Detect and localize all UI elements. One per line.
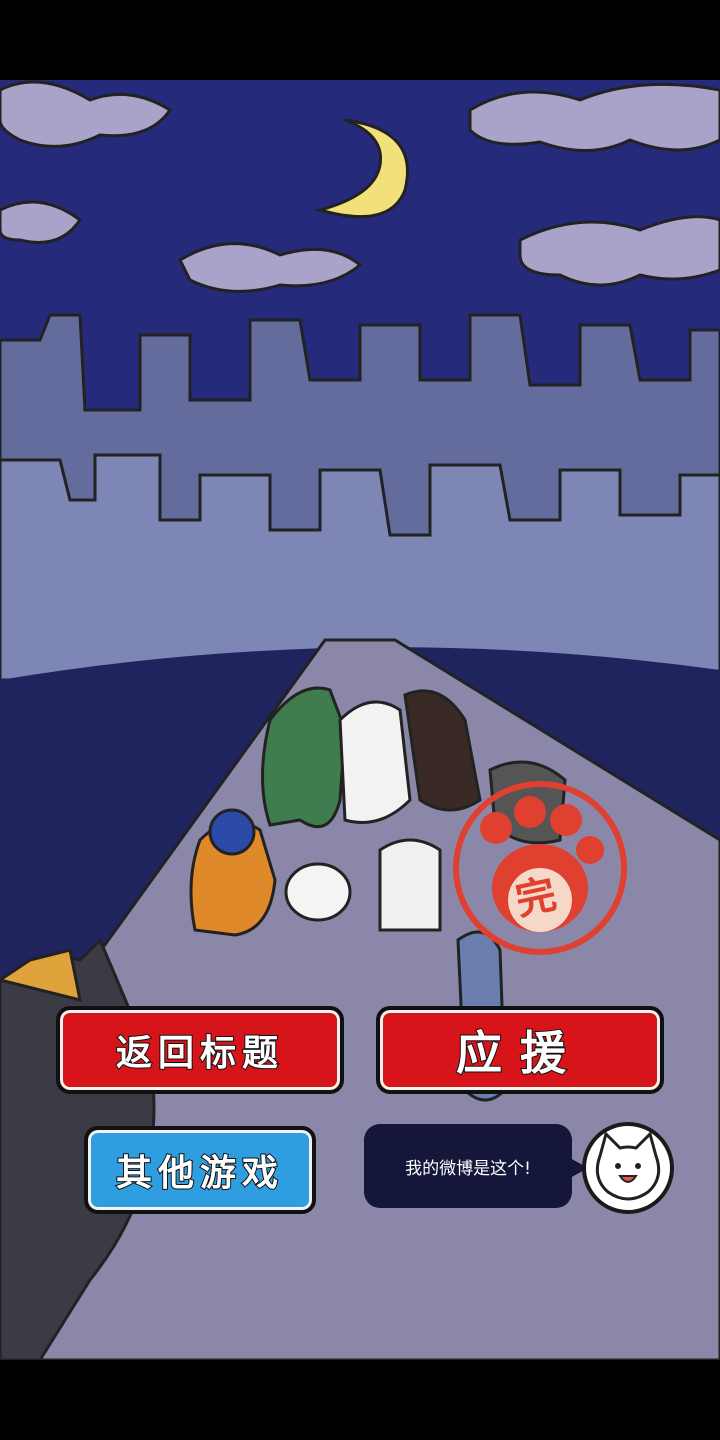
other-games-button[interactable]: 其他游戏 bbox=[84, 1126, 316, 1214]
weibo-speech-bubble[interactable]: 我的微博是这个! bbox=[364, 1124, 588, 1208]
white-cat-icon bbox=[595, 1131, 661, 1201]
weibo-avatar-icon[interactable] bbox=[582, 1122, 674, 1214]
back-to-title-button[interactable]: 返回标题 bbox=[56, 1006, 344, 1094]
stamp-complete-label: 完 bbox=[511, 871, 561, 925]
cheer-button[interactable]: 应援 bbox=[376, 1006, 664, 1094]
